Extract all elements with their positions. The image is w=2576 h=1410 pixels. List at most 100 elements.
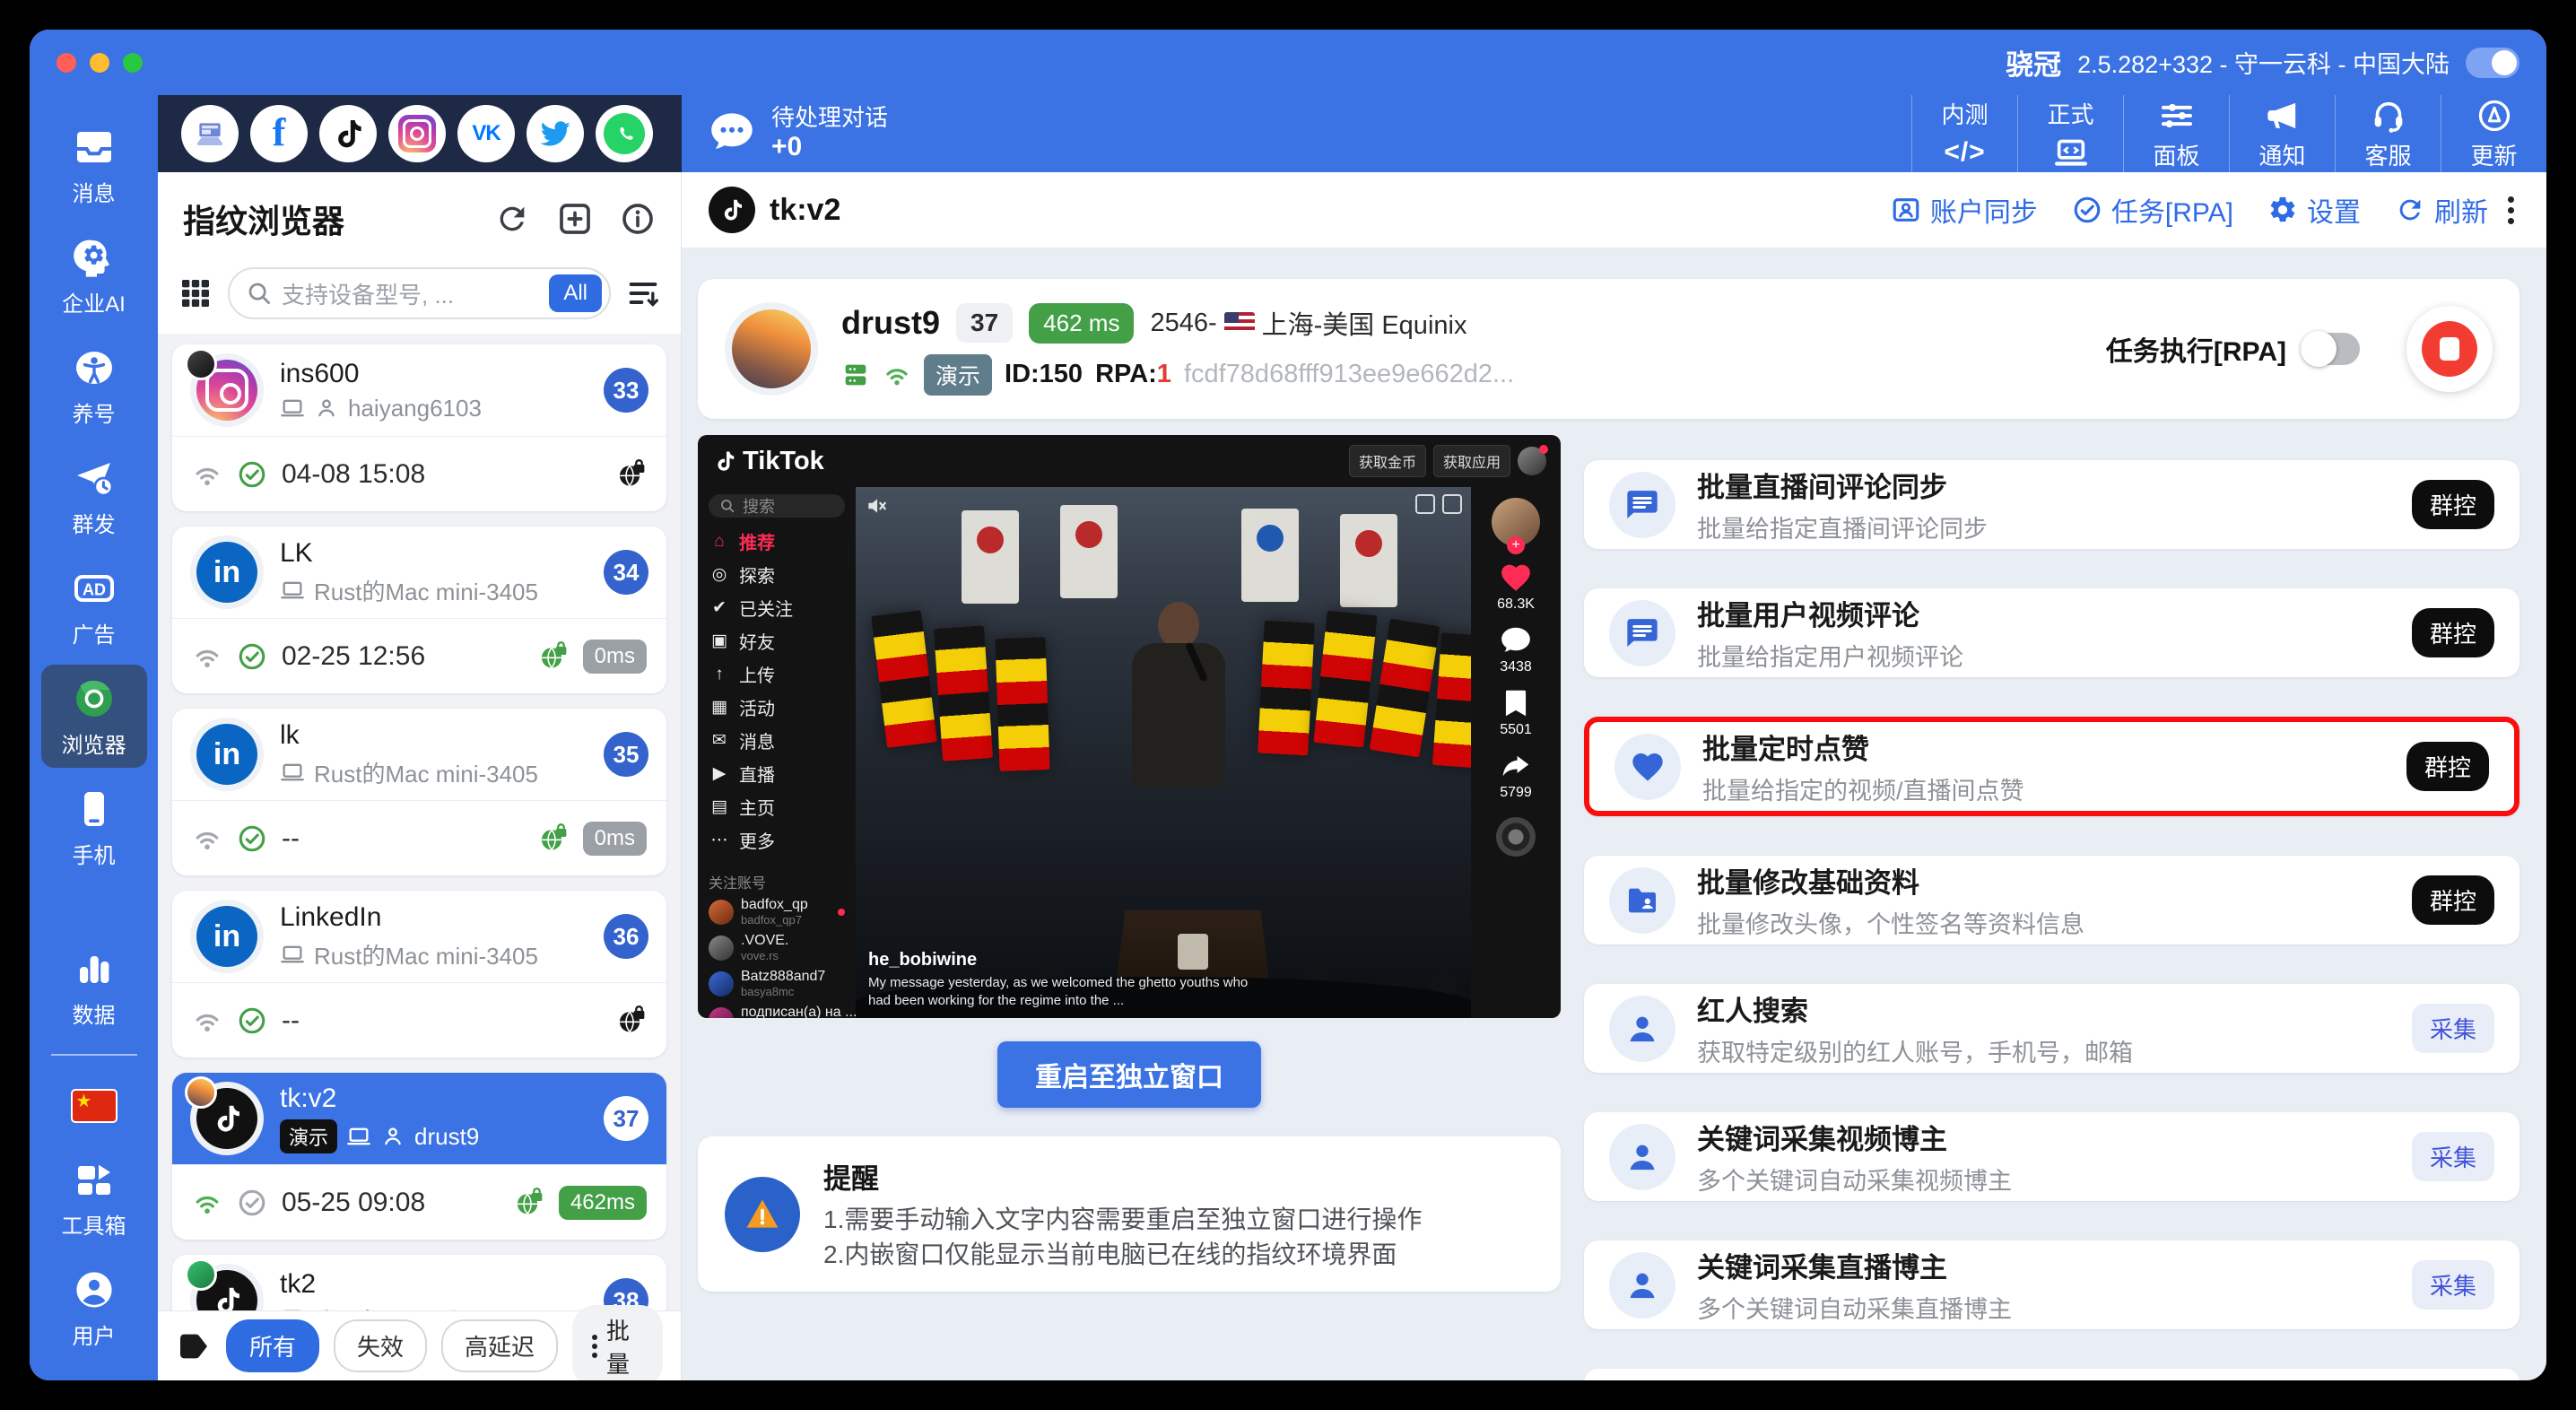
sidebar-item-bulk-send[interactable]: 群发 bbox=[41, 444, 147, 547]
feature-card-批量修改基础资料[interactable]: 批量修改基础资料 批量修改头像，个性签名等资料信息 群控 bbox=[1584, 856, 2519, 944]
whatsapp-icon[interactable] bbox=[596, 105, 653, 162]
tiktok-profile-avatar[interactable] bbox=[1518, 445, 1548, 475]
sidebar-item-ads[interactable]: AD 广告 bbox=[41, 554, 147, 657]
tiktok-search-input[interactable]: 搜索 bbox=[709, 494, 845, 518]
tiktok-nav-探索[interactable]: ◎ 探索 bbox=[709, 558, 845, 591]
toolbar-action-账户同步[interactable]: 账户同步 bbox=[1891, 190, 2038, 230]
batch-label: 批量 bbox=[606, 1317, 631, 1378]
tiktok-follow-account[interactable]: badfox_qp badfox_qp7 bbox=[709, 894, 845, 930]
feature-card-红人搜索[interactable]: 红人搜索 获取特定级别的红人账号，手机号，邮箱 采集 bbox=[1584, 984, 2519, 1073]
tiktok-nav-推荐[interactable]: ⌂ 推荐 bbox=[709, 525, 845, 558]
zoom-window-button[interactable] bbox=[123, 52, 143, 73]
browser-item-tk:v2[interactable]: tk:v2 演示 drust9 37 05-25 09:08 462ms bbox=[172, 1073, 666, 1240]
tiktok-nav-主页[interactable]: ▤ 主页 bbox=[709, 790, 845, 823]
rail-share-button[interactable]: 5799 bbox=[1497, 749, 1535, 801]
account-name: drust9 bbox=[841, 304, 941, 341]
feature-card-批量用户视频评论[interactable]: 批量用户视频评论 批量给指定用户视频评论 群控 bbox=[1584, 588, 2519, 677]
filter-高延迟[interactable]: 高延迟 bbox=[441, 1319, 559, 1372]
computer-icon[interactable] bbox=[181, 105, 239, 162]
search-input[interactable]: 支持设备型号, ... All bbox=[228, 267, 611, 319]
tiktok-nav-更多[interactable]: ⋯ 更多 bbox=[709, 823, 845, 857]
tiktok-nav-直播[interactable]: ▶ 直播 bbox=[709, 757, 845, 790]
proxy-globe-icon bbox=[538, 640, 569, 672]
filter-失效[interactable]: 失效 bbox=[334, 1319, 428, 1372]
sort-icon[interactable] bbox=[625, 275, 661, 311]
sidebar-item-region[interactable] bbox=[41, 1072, 147, 1138]
refresh-list-icon[interactable] bbox=[494, 201, 530, 237]
get-coins-button[interactable]: 获取金币 bbox=[1348, 445, 1426, 477]
tiktok-nav-label: 直播 bbox=[739, 766, 775, 786]
sidebar-item-data[interactable]: 数据 bbox=[41, 935, 147, 1038]
proxy-globe-icon bbox=[538, 822, 569, 854]
browser-item-LK[interactable]: in LK Rust的Mac mini-3405 34 02-25 12:56 0ms bbox=[172, 527, 666, 693]
info-icon[interactable] bbox=[620, 201, 656, 237]
mute-icon[interactable] bbox=[865, 494, 888, 518]
close-window-button[interactable] bbox=[57, 52, 76, 73]
sound-disc[interactable] bbox=[1496, 817, 1536, 857]
tiktok-nav-活动[interactable]: ▦ 活动 bbox=[709, 691, 845, 724]
toolbar-action-设置[interactable]: 设置 bbox=[2267, 190, 2361, 230]
restart-standalone-button[interactable]: 重启至独立窗口 bbox=[997, 1041, 1261, 1108]
header-action-通知[interactable]: 通知 bbox=[2229, 95, 2335, 172]
task-exec-toggle[interactable] bbox=[2301, 331, 2360, 367]
header-action-客服[interactable]: 客服 bbox=[2335, 95, 2441, 172]
add-browser-icon[interactable] bbox=[557, 201, 593, 237]
sidebar-item-messages[interactable]: 消息 bbox=[41, 113, 147, 216]
ai-head-icon bbox=[71, 234, 117, 281]
video-author-avatar[interactable] bbox=[1492, 498, 1540, 546]
browser-item-main: ins600 haiyang6103 33 bbox=[172, 344, 666, 436]
person-blue-icon bbox=[1609, 1123, 1675, 1190]
vk-icon[interactable]: VK bbox=[457, 105, 515, 162]
header-action-面板[interactable]: 面板 bbox=[2123, 95, 2229, 172]
batch-actions-button[interactable]: 批量 bbox=[572, 1304, 663, 1380]
sidebar-item-enterprise-ai[interactable]: 企业AI bbox=[41, 223, 147, 326]
grid-view-icon[interactable] bbox=[178, 275, 213, 311]
sidebar-item-nurture[interactable]: 养号 bbox=[41, 334, 147, 437]
sidebar-item-browser[interactable]: 浏览器 bbox=[40, 665, 147, 768]
tiktok-nav-消息[interactable]: ✉ 消息 bbox=[709, 724, 845, 757]
titlebar-toggle[interactable] bbox=[2466, 47, 2519, 78]
search-all-button[interactable]: All bbox=[549, 274, 602, 312]
tiktok-follow-account[interactable]: подписан(а) на ...vox_lux bbox=[709, 1002, 872, 1018]
search-icon bbox=[246, 280, 273, 307]
toolbar-action-任务[RPA][interactable]: 任务[RPA] bbox=[2072, 190, 2233, 230]
tiktok-follow-account[interactable]: Batz888and7 basya8mc bbox=[709, 966, 845, 1002]
rail-heart-button[interactable]: 68.3K bbox=[1497, 561, 1535, 613]
stop-button[interactable] bbox=[2406, 306, 2493, 392]
get-app-button[interactable]: 获取应用 bbox=[1432, 445, 1510, 477]
browser-item-tk2[interactable]: tk2whatscrm638 bbox=[172, 1255, 666, 1310]
sidebar-item-phone[interactable]: 手机 bbox=[41, 775, 147, 878]
rail-comment-button[interactable]: 3438 bbox=[1497, 623, 1535, 675]
feature-card-批量定时点赞[interactable]: 批量定时点赞 批量给指定的视频/直播间点赞 群控 bbox=[1584, 717, 2519, 816]
toolbar-action-label: 账户同步 bbox=[1929, 198, 2038, 228]
tiktok-nav-已关注[interactable]: ✔ 已关注 bbox=[709, 591, 845, 624]
tiktok-nav-好友[interactable]: ▣ 好友 bbox=[709, 624, 845, 657]
header-action-正式[interactable]: 正式 bbox=[2017, 95, 2123, 172]
minimize-window-button[interactable] bbox=[90, 52, 109, 73]
server-icon bbox=[841, 361, 870, 389]
pending-chats-button[interactable]: 待处理对话 +0 bbox=[682, 95, 915, 172]
pending-chats-count: +0 bbox=[771, 131, 803, 161]
header-action-更新[interactable]: 更新 bbox=[2441, 95, 2546, 172]
tiktok-icon[interactable] bbox=[319, 105, 377, 162]
instagram-icon[interactable] bbox=[388, 105, 446, 162]
browser-item-LinkedIn[interactable]: in LinkedIn Rust的Mac mini-3405 36 -- bbox=[172, 891, 666, 1058]
feature-card-批量直播间评论同步[interactable]: 批量直播间评论同步 批量给指定直播间评论同步 群控 bbox=[1584, 460, 2519, 549]
sync-date: 04-08 15:08 bbox=[282, 458, 426, 489]
header-action-内测[interactable]: 内测 </> bbox=[1911, 95, 2017, 172]
tiktok-follow-account[interactable]: .VOVE. vove.rs bbox=[709, 930, 845, 966]
filter-所有[interactable]: 所有 bbox=[226, 1319, 320, 1372]
feature-card-关键词采集直播博主[interactable]: 关键词采集直播博主 多个关键词自动采集直播博主 采集 bbox=[1584, 1240, 2519, 1329]
twitter-icon[interactable] bbox=[527, 105, 584, 162]
more-options-icon[interactable] bbox=[2502, 191, 2519, 230]
rail-bookmark-button[interactable]: 5501 bbox=[1497, 686, 1535, 738]
sidebar-item-toolbox[interactable]: 工具箱 bbox=[41, 1145, 147, 1249]
facebook-icon[interactable]: f bbox=[250, 105, 308, 162]
browser-item-lk[interactable]: in lk Rust的Mac mini-3405 35 -- 0ms bbox=[172, 709, 666, 875]
toolbar-action-刷新[interactable]: 刷新 bbox=[2395, 190, 2488, 230]
sidebar-item-user[interactable]: 用户 bbox=[41, 1256, 147, 1359]
feature-card-关键词采集视频博主[interactable]: 关键词采集视频博主 多个关键词自动采集视频博主 采集 bbox=[1584, 1112, 2519, 1201]
browser-item-ins600[interactable]: ins600 haiyang6103 33 04-08 15:08 bbox=[172, 344, 666, 511]
tag-icon[interactable] bbox=[176, 1328, 212, 1364]
tiktok-nav-上传[interactable]: ↑ 上传 bbox=[709, 657, 845, 691]
